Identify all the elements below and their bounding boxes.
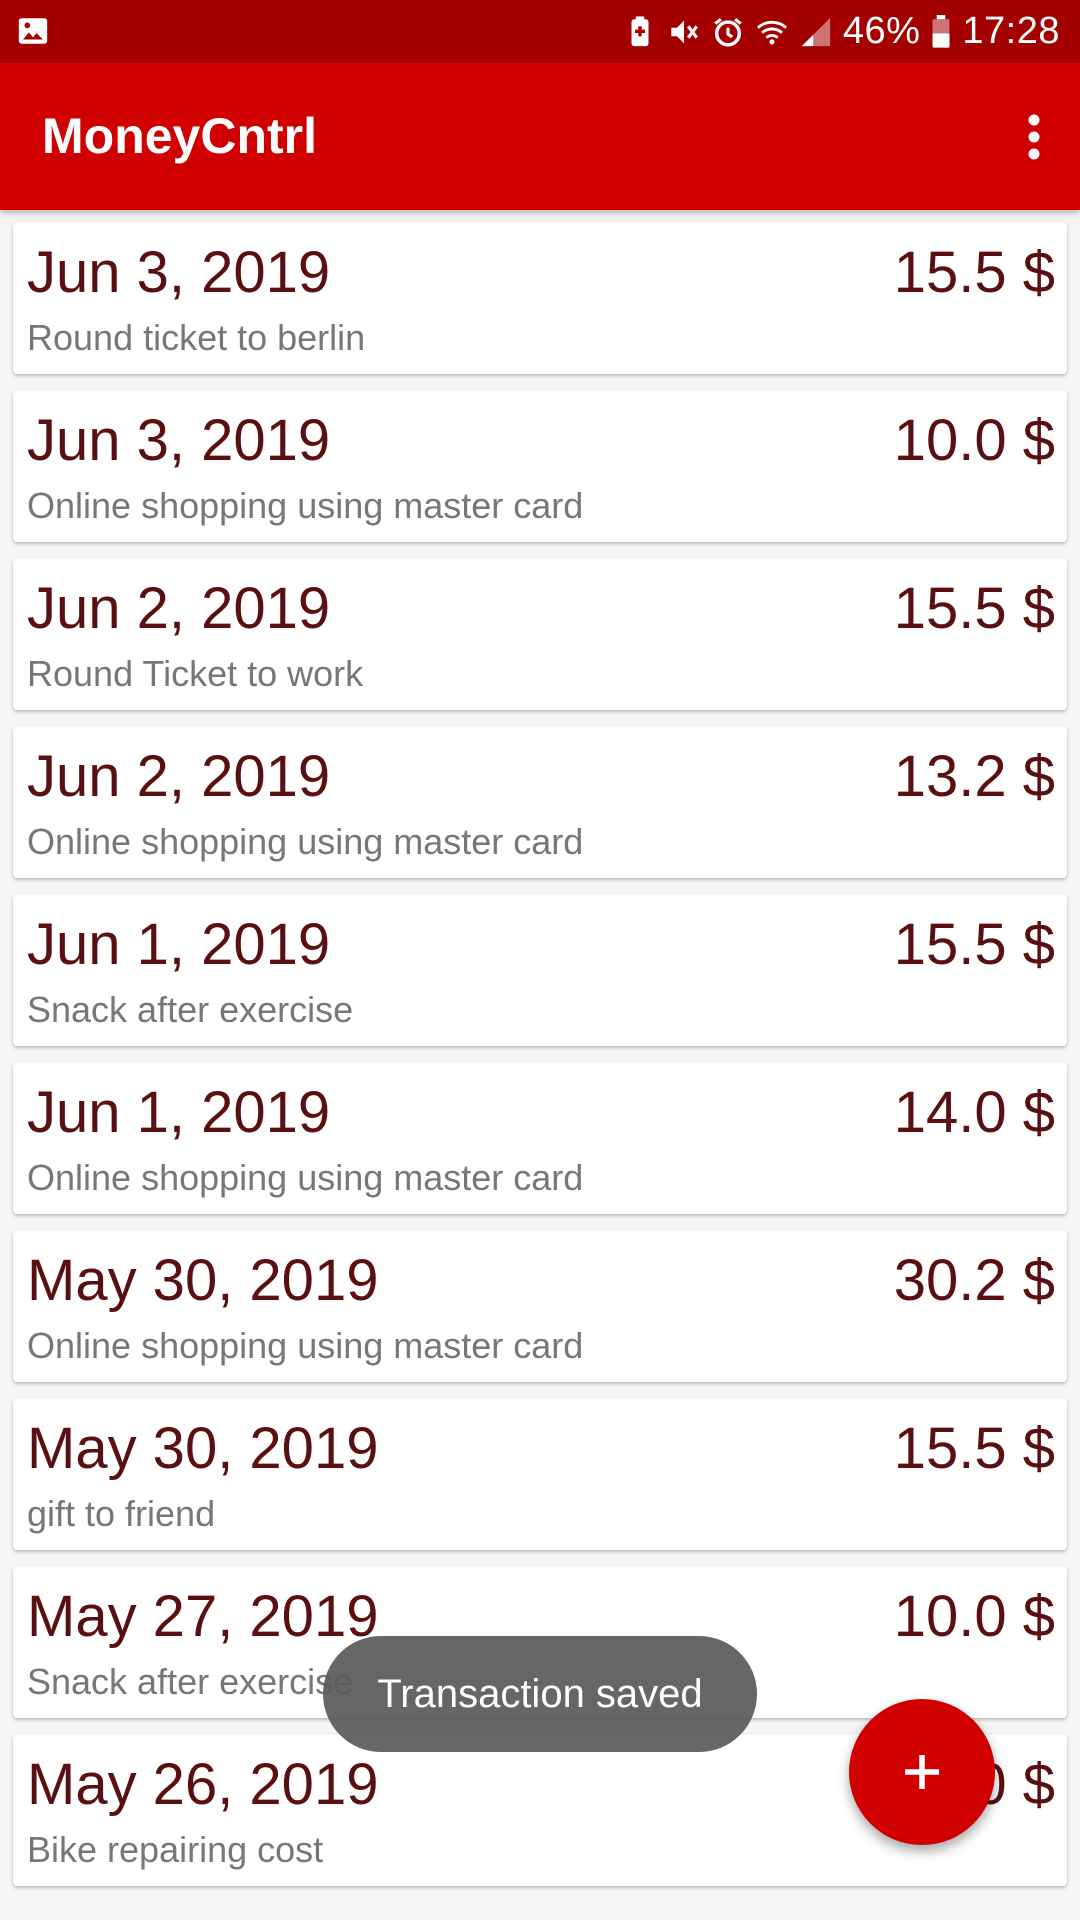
transaction-amount: 10.0 $ <box>893 1584 1055 1649</box>
transaction-card[interactable]: Jun 1, 2019 15.5 $ Snack after exercise <box>13 894 1067 1046</box>
transaction-date: Jun 1, 2019 <box>27 912 331 977</box>
toast-message: Transaction saved <box>323 1636 757 1752</box>
transaction-date: May 27, 2019 <box>27 1584 379 1649</box>
battery-saver-icon <box>631 15 649 46</box>
transaction-date: Jun 3, 2019 <box>27 408 331 473</box>
transaction-card[interactable]: Jun 2, 2019 15.5 $ Round Ticket to work <box>13 558 1067 710</box>
transaction-description: Online shopping using master card <box>27 821 584 862</box>
transaction-amount: 15.5 $ <box>893 576 1055 641</box>
add-transaction-button[interactable] <box>849 1699 995 1845</box>
transaction-amount: 15.5 $ <box>893 240 1055 305</box>
transaction-date: Jun 2, 2019 <box>27 576 331 641</box>
transaction-description: Online shopping using master card <box>27 1325 584 1366</box>
transaction-amount: 10.0 $ <box>893 408 1055 473</box>
transaction-card[interactable]: Jun 3, 2019 15.5 $ Round ticket to berli… <box>13 222 1067 374</box>
transaction-card[interactable]: May 30, 2019 30.2 $ Online shopping usin… <box>13 1230 1067 1382</box>
transaction-amount: 14.0 $ <box>893 1080 1055 1145</box>
transaction-card[interactable]: Jun 1, 2019 14.0 $ Online shopping using… <box>13 1062 1067 1214</box>
transaction-date: Jun 3, 2019 <box>27 240 331 305</box>
app-title: MoneyCntrl <box>42 108 317 164</box>
transaction-date: May 30, 2019 <box>27 1248 379 1313</box>
battery-icon <box>932 14 950 48</box>
transaction-description: gift to friend <box>27 1493 216 1534</box>
transaction-card[interactable]: May 30, 2019 15.5 $ gift to friend <box>13 1398 1067 1550</box>
transaction-card[interactable]: Jun 2, 2019 13.2 $ Online shopping using… <box>13 726 1067 878</box>
clock: 17:28 <box>962 10 1060 52</box>
transaction-amount: 15.5 $ <box>893 912 1055 977</box>
alarm-icon <box>714 17 742 46</box>
transaction-description: Online shopping using master card <box>27 1157 584 1198</box>
signal-icon <box>801 17 831 46</box>
battery-percentage: 46% <box>842 10 921 52</box>
image-icon <box>18 18 48 44</box>
wifi-icon <box>756 20 787 44</box>
transaction-date: Jun 2, 2019 <box>27 744 331 809</box>
transaction-amount: 30.2 $ <box>893 1248 1055 1313</box>
more-vert-icon <box>1028 114 1040 160</box>
transaction-date: Jun 1, 2019 <box>27 1080 331 1145</box>
mute-icon <box>671 20 698 43</box>
transaction-description: Bike repairing cost <box>27 1829 324 1870</box>
transaction-date: May 26, 2019 <box>27 1752 379 1817</box>
transaction-date: May 30, 2019 <box>27 1416 379 1481</box>
transaction-amount: 13.2 $ <box>893 744 1055 809</box>
transaction-amount: 15.5 $ <box>893 1416 1055 1481</box>
transaction-description: Snack after exercise <box>27 989 354 1030</box>
app-bar: MoneyCntrl <box>0 63 1080 210</box>
status-bar: 46% 17:28 <box>0 0 1080 63</box>
plus-icon <box>905 1755 939 1789</box>
transaction-card[interactable]: Jun 3, 2019 10.0 $ Online shopping using… <box>13 390 1067 542</box>
overflow-menu-button[interactable] <box>1006 101 1062 173</box>
transaction-description: Online shopping using master card <box>27 485 584 526</box>
transaction-description: Snack after exercise <box>27 1661 354 1702</box>
transaction-description: Round ticket to berlin <box>27 317 366 358</box>
transaction-description: Round Ticket to work <box>27 653 364 694</box>
